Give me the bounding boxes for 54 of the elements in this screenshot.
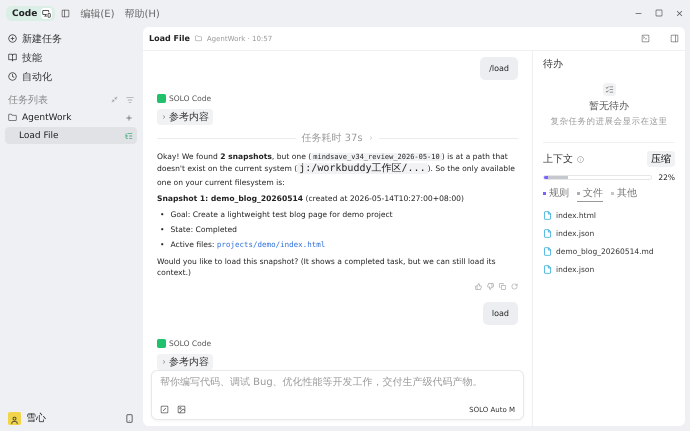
sidebar-toggle-icon[interactable] [61, 9, 70, 18]
slash-command-icon[interactable] [160, 405, 169, 414]
plus-circle-icon [8, 34, 17, 43]
nav-item[interactable]: 自动化 [5, 67, 137, 86]
panel-toggle-icon[interactable] [670, 34, 679, 43]
user-message: /load [480, 57, 518, 80]
reference-chip[interactable]: 参考内容 [157, 109, 213, 125]
reference-chip[interactable]: 参考内容 [157, 354, 213, 370]
clock-icon [8, 72, 17, 81]
context-title: 上下文 [543, 152, 573, 166]
code-mode-tab[interactable]: Code [6, 6, 56, 21]
file-icon [543, 247, 552, 256]
file-icon [543, 211, 552, 220]
section-title: 任务列表 [8, 94, 48, 107]
checklist-icon [602, 83, 616, 96]
legend-tab[interactable]: 规则 [543, 186, 569, 202]
maximize-icon[interactable] [655, 9, 663, 17]
nav-item[interactable]: 技能 [5, 48, 137, 67]
menu-item[interactable]: 编辑(E) [80, 6, 114, 20]
list-icon[interactable] [125, 132, 133, 140]
task-tree-item[interactable]: AgentWork [5, 109, 137, 126]
legend-tab[interactable]: 其他 [611, 186, 637, 202]
avatar[interactable] [8, 412, 21, 424]
file-icon [543, 229, 552, 238]
image-icon[interactable] [177, 405, 186, 414]
copy-icon[interactable] [499, 282, 506, 290]
todo-title: 待办 [543, 58, 564, 71]
phone-icon[interactable] [125, 414, 134, 422]
close-icon[interactable] [675, 9, 684, 18]
menu-item[interactable]: 帮助(H) [124, 6, 160, 20]
refresh-icon[interactable] [511, 282, 518, 290]
nav-item[interactable]: 新建任务 [5, 29, 137, 48]
book-icon [8, 53, 17, 62]
compress-button[interactable]: 压缩 [647, 151, 675, 167]
add-icon[interactable] [125, 114, 133, 122]
user-name: 雪心 [26, 412, 46, 425]
device-icon[interactable] [42, 9, 52, 18]
filter-icon[interactable] [126, 96, 134, 104]
chevron-icon [161, 114, 167, 120]
folder-icon [194, 35, 202, 42]
empty-hint: 复杂任务的进展会显示在这里 [550, 116, 668, 128]
empty-title: 暂无待办 [589, 100, 629, 113]
file-icon [543, 265, 552, 274]
terminal-icon[interactable] [641, 34, 650, 43]
conversation-title: Load File [149, 34, 190, 43]
legend-tab[interactable]: 文件 [577, 186, 603, 202]
thumbs-down-icon[interactable] [487, 282, 494, 290]
chevron-icon [161, 358, 167, 365]
task-tree-item[interactable]: Load File [5, 127, 137, 144]
collapse-icon[interactable] [111, 96, 118, 103]
thumbs-up-icon[interactable] [475, 282, 482, 290]
info-icon [577, 156, 584, 162]
user-message: load [482, 302, 518, 325]
folder-icon [8, 113, 17, 122]
